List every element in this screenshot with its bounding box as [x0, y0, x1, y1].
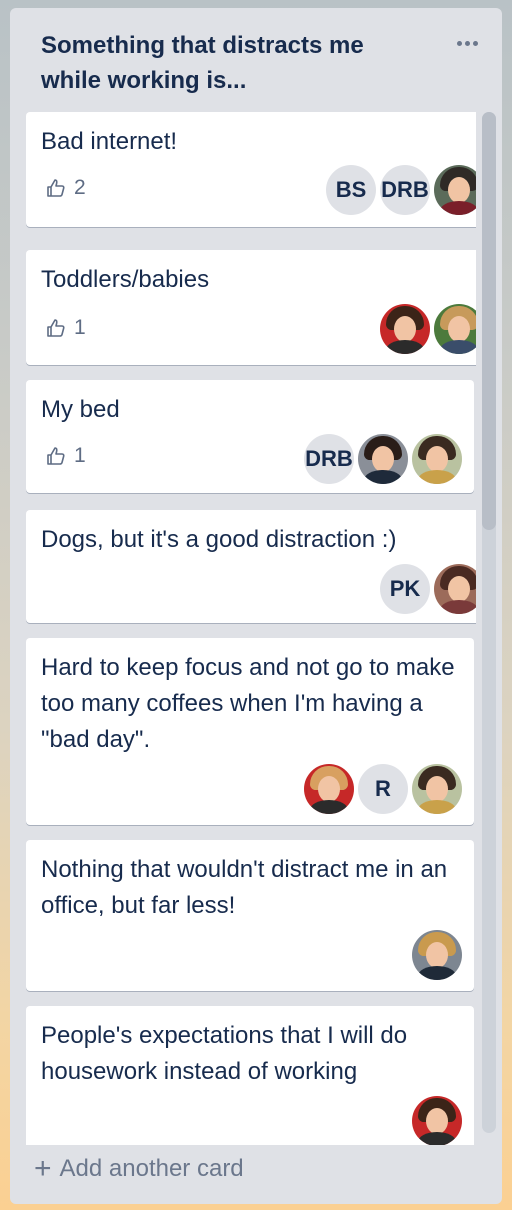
list-menu-button[interactable]	[452, 28, 482, 58]
vote-count[interactable]: 2	[46, 176, 86, 200]
thumbs-up-icon	[47, 447, 65, 465]
thumbs-up-icon	[47, 319, 65, 337]
vote-count-value: 2	[74, 176, 86, 199]
avatar[interactable]	[412, 930, 462, 980]
list-title[interactable]: Something that distracts me while workin…	[41, 28, 421, 98]
vote-count[interactable]: 1	[46, 316, 86, 340]
card[interactable]: People's expectations that I will do hou…	[26, 1006, 474, 1145]
ellipsis-icon	[456, 40, 462, 46]
vote-count[interactable]: 1	[46, 444, 86, 468]
scrollbar-thumb[interactable]	[482, 112, 496, 530]
card-title: Dogs, but it's a good distraction :)	[41, 526, 397, 553]
avatar[interactable]	[304, 764, 354, 814]
plus-icon: +	[34, 1152, 52, 1185]
avatar[interactable]: PK	[380, 564, 430, 614]
avatar[interactable]	[380, 304, 430, 354]
avatar[interactable]	[434, 564, 476, 614]
card-title: People's expectations that I will do hou…	[41, 1022, 408, 1085]
avatar[interactable]	[434, 304, 476, 354]
card-title: Nothing that wouldn't distract me in an …	[41, 856, 448, 919]
ellipsis-icon	[472, 40, 478, 46]
avatar[interactable]	[434, 165, 476, 215]
avatar[interactable]: R	[358, 764, 408, 814]
card-members: BS DRB	[326, 165, 476, 215]
card-members: DRB	[304, 434, 462, 484]
vote-count-value: 1	[74, 316, 86, 339]
avatar[interactable]	[412, 764, 462, 814]
avatar[interactable]	[412, 1096, 462, 1145]
card-members	[412, 1096, 462, 1145]
card-title: My bed	[41, 396, 120, 423]
card-title: Hard to keep focus and not go to make to…	[41, 654, 455, 753]
avatar[interactable]: DRB	[304, 434, 354, 484]
card-title: Bad internet!	[41, 128, 178, 155]
card-members	[380, 304, 476, 354]
card[interactable]: Toddlers/babies 1	[26, 250, 476, 365]
card[interactable]: Dogs, but it's a good distraction :) PK	[26, 510, 476, 623]
scrollbar-track[interactable]	[482, 112, 496, 1133]
thumbs-up-icon	[47, 179, 65, 197]
card[interactable]: Hard to keep focus and not go to make to…	[26, 638, 474, 825]
card-members: PK	[380, 564, 476, 614]
avatar[interactable]	[358, 434, 408, 484]
add-card-button[interactable]: + Add another card	[34, 1151, 244, 1187]
list: Something that distracts me while workin…	[10, 8, 502, 1204]
card-members	[412, 930, 462, 980]
avatar[interactable]: BS	[326, 165, 376, 215]
add-card-label: Add another card	[59, 1155, 244, 1182]
card[interactable]: My bed 1 DRB	[26, 380, 474, 493]
vote-count-value: 1	[74, 444, 86, 467]
card[interactable]: Nothing that wouldn't distract me in an …	[26, 840, 474, 991]
card[interactable]: Bad internet! 2 BS DRB	[26, 112, 476, 227]
avatar[interactable]: DRB	[380, 165, 430, 215]
avatar[interactable]	[412, 434, 462, 484]
card-members: R	[304, 764, 462, 814]
ellipsis-icon	[464, 40, 470, 46]
card-title: Toddlers/babies	[41, 266, 210, 293]
cards-container: Bad internet! 2 BS DRB Toddlers/babies 1	[26, 112, 476, 1145]
